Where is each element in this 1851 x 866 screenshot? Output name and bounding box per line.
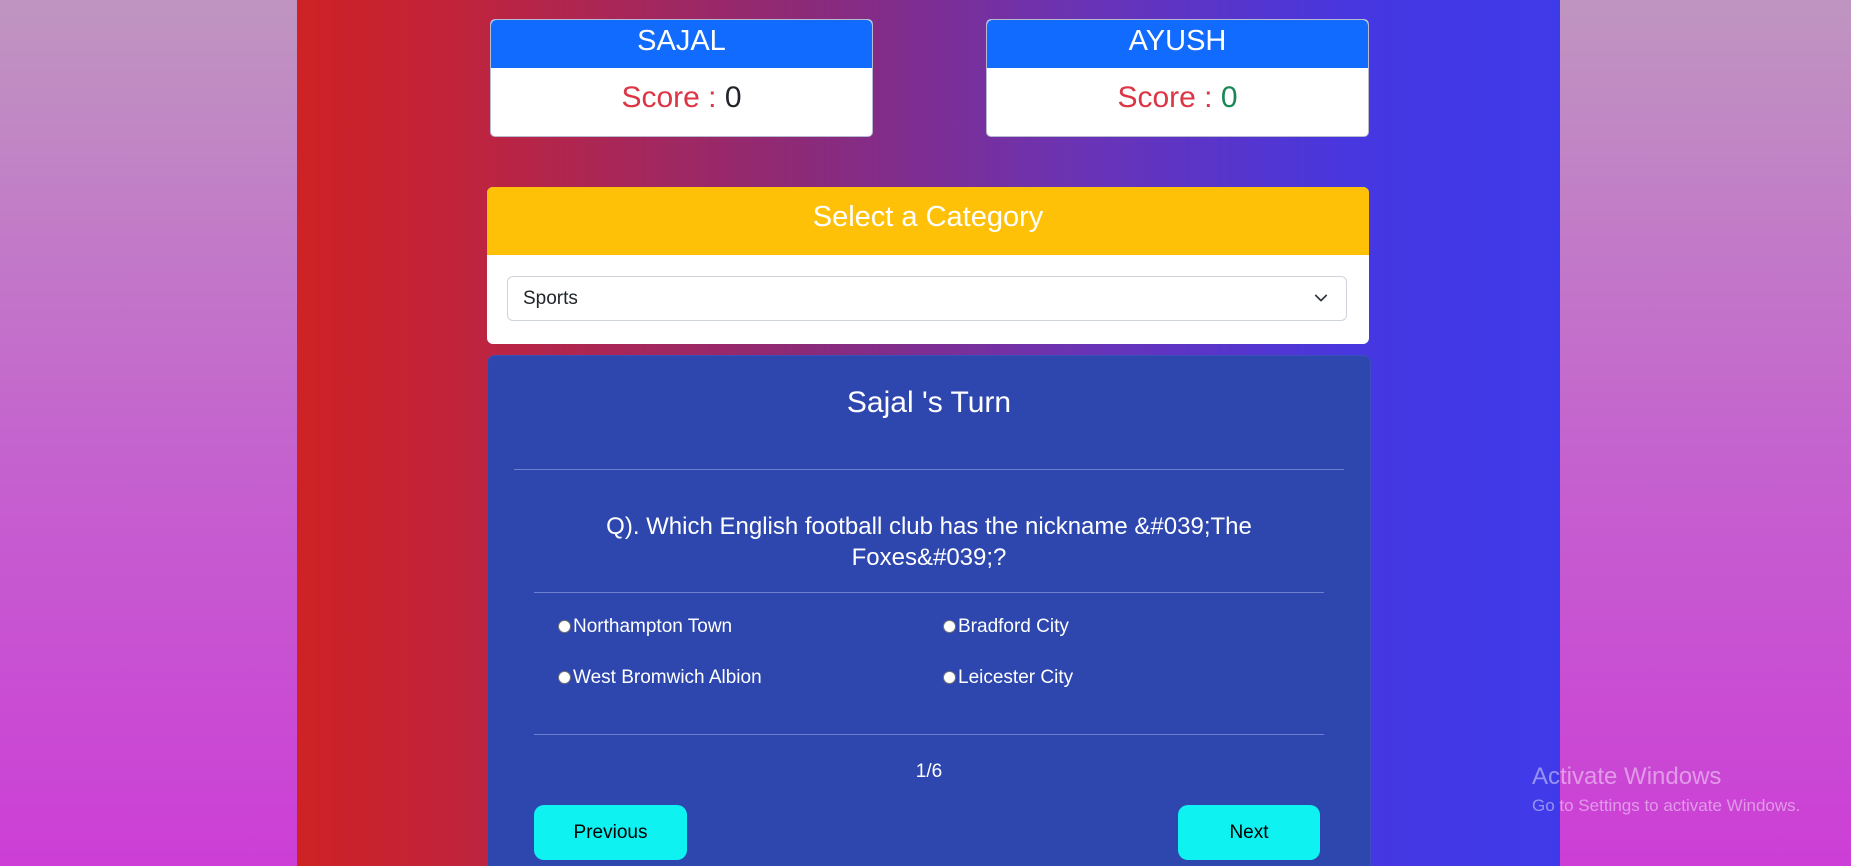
activation-watermark: Activate Windows Go to Settings to activ… <box>1532 763 1800 816</box>
divider <box>534 592 1324 593</box>
chevron-down-icon <box>1314 294 1328 302</box>
radio-button[interactable] <box>558 670 571 684</box>
answer-option[interactable]: Bradford City <box>943 616 1069 638</box>
category-select[interactable]: Sports <box>507 276 1347 321</box>
score-value: 0 <box>724 81 742 114</box>
question-text: Q). Which English football club has the … <box>606 513 1252 571</box>
option-label: Northampton Town <box>573 616 733 637</box>
option-label: Bradford City <box>958 616 1069 637</box>
score-label: Score : <box>1117 81 1213 114</box>
radio-button[interactable] <box>558 619 571 633</box>
answer-option[interactable]: West Bromwich Albion <box>558 667 762 689</box>
player-name: SAJAL <box>491 20 872 68</box>
player-score: Score : 0 <box>491 68 872 128</box>
divider <box>534 734 1324 735</box>
watermark-subtitle: Go to Settings to activate Windows. <box>1532 796 1801 815</box>
option-label: Leicester City <box>958 667 1074 688</box>
question-progress: 1/6 <box>915 761 943 782</box>
player-name: AYUSH <box>987 20 1368 68</box>
watermark-title: Activate Windows <box>1532 763 1722 790</box>
score-label: Score : <box>621 81 717 114</box>
score-value: 0 <box>1220 81 1238 114</box>
category-title: Select a Category <box>487 187 1369 255</box>
player-card-ayush: AYUSH Score : 0 <box>986 19 1369 137</box>
radio-button[interactable] <box>943 619 956 633</box>
previous-button[interactable]: Previous <box>534 805 687 860</box>
turn-title: Sajal 's Turn <box>846 386 1012 419</box>
answer-option[interactable]: Leicester City <box>943 667 1073 689</box>
game-container: SAJAL Score : 0 AYUSH Score : 0 Select a… <box>297 0 1560 866</box>
option-label: West Bromwich Albion <box>573 667 762 688</box>
category-card: Select a Category Sports <box>487 187 1369 344</box>
radio-button[interactable] <box>943 670 956 684</box>
next-button[interactable]: Next <box>1178 805 1320 860</box>
player-score: Score : 0 <box>987 68 1368 128</box>
divider <box>514 469 1344 470</box>
player-card-sajal: SAJAL Score : 0 <box>490 19 873 137</box>
category-selected-value: Sports <box>523 288 578 309</box>
answer-option[interactable]: Northampton Town <box>558 616 732 638</box>
quiz-card: Sajal 's Turn Q). Which English football… <box>487 355 1371 866</box>
